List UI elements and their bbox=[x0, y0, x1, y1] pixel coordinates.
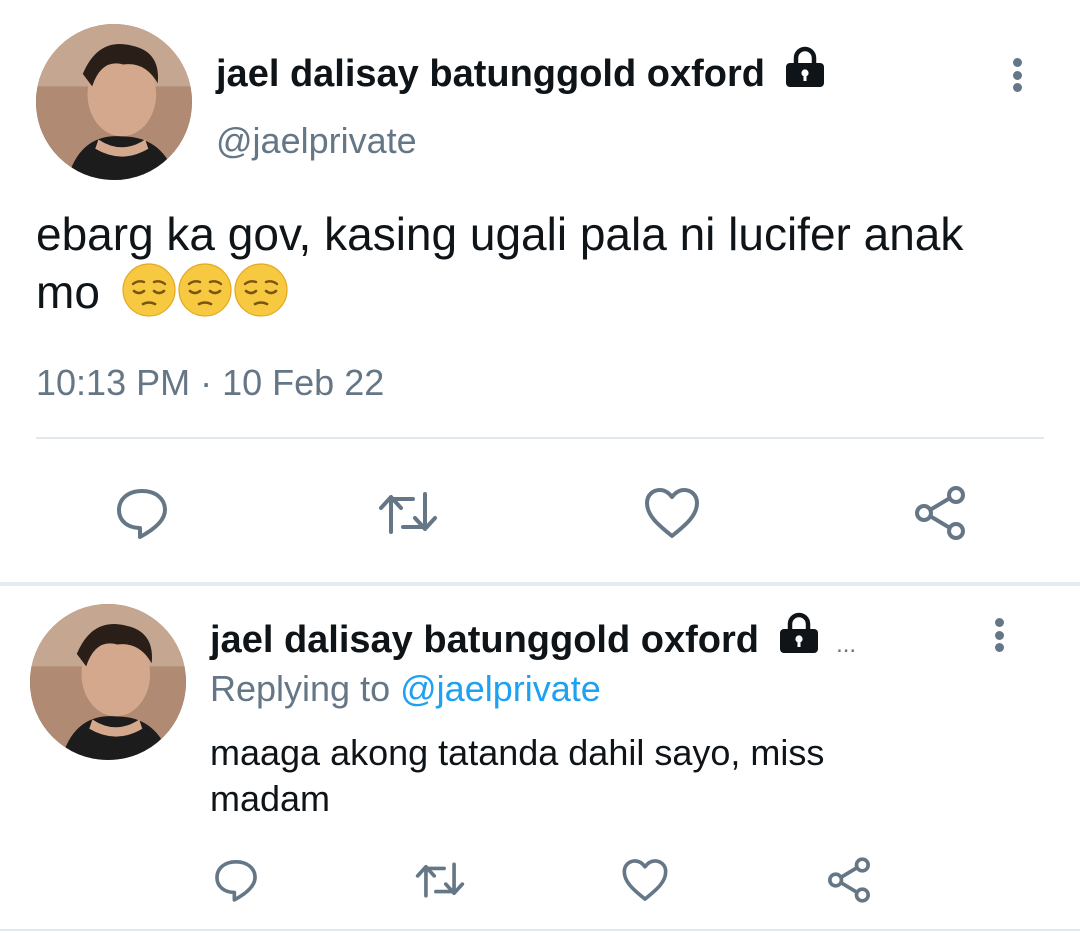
author-handle[interactable]: @jaelprivate bbox=[216, 120, 417, 162]
share-icon bbox=[828, 857, 870, 903]
avatar-photo bbox=[30, 604, 186, 760]
reply-icon bbox=[117, 489, 167, 539]
pensive-face-emoji bbox=[177, 262, 233, 330]
lock-icon bbox=[776, 610, 822, 666]
tweet-time: 10:13 PM bbox=[36, 362, 191, 403]
reply-author-name-text: jael dalisay batunggold oxford bbox=[210, 619, 759, 662]
replying-to: Replying to @jaelprivate bbox=[210, 668, 601, 710]
tweet-text-line-2-text: mo bbox=[36, 266, 100, 319]
reply-button[interactable] bbox=[104, 480, 180, 546]
reply-reply-button[interactable] bbox=[206, 852, 266, 908]
retweet-icon bbox=[415, 862, 465, 898]
replying-to-mention[interactable]: @jaelprivate bbox=[400, 668, 601, 709]
lock-icon bbox=[782, 44, 828, 100]
retweet-icon bbox=[379, 492, 437, 534]
reply-share-button[interactable] bbox=[818, 852, 880, 908]
replying-to-label: Replying to bbox=[210, 668, 391, 709]
more-options-icon[interactable] bbox=[1010, 58, 1024, 92]
tweet-text-line-2: mo bbox=[36, 262, 1046, 330]
date-separator: · bbox=[200, 362, 213, 403]
reply-author-name[interactable]: jael dalisay batunggold oxford ... bbox=[210, 612, 857, 667]
reply-text: maaga akong tatanda dahil sayo, miss mad… bbox=[210, 730, 1030, 822]
name-overflow-ellipsis: ... bbox=[836, 631, 857, 659]
share-button[interactable] bbox=[902, 480, 978, 546]
tweet-text: ebarg ka gov, kasing ugali pala ni lucif… bbox=[36, 206, 1046, 330]
avatar-photo bbox=[36, 24, 192, 180]
pensive-face-emoji bbox=[233, 262, 289, 330]
section-separator bbox=[0, 582, 1080, 586]
retweet-button[interactable] bbox=[370, 480, 446, 546]
like-button[interactable] bbox=[634, 480, 710, 546]
tweet-date: 10 Feb 22 bbox=[222, 362, 385, 403]
author-avatar[interactable] bbox=[36, 24, 192, 180]
author-name-text: jael dalisay batunggold oxford bbox=[216, 53, 765, 96]
author-name[interactable]: jael dalisay batunggold oxford bbox=[216, 46, 828, 100]
reply-author-avatar[interactable] bbox=[30, 604, 186, 760]
reply-more-options-icon[interactable] bbox=[992, 618, 1006, 652]
reply-retweet-button[interactable] bbox=[408, 852, 472, 908]
reply-text-line-2: madam bbox=[210, 778, 331, 819]
tweet-text-line-1: ebarg ka gov, kasing ugali pala ni lucif… bbox=[36, 208, 964, 260]
share-icon bbox=[915, 486, 965, 540]
reply-icon bbox=[215, 859, 257, 902]
bottom-divider bbox=[0, 929, 1080, 931]
reply-text-line-1: maaga akong tatanda dahil sayo, miss bbox=[210, 732, 825, 773]
like-icon bbox=[645, 488, 699, 538]
like-icon bbox=[622, 859, 668, 901]
reply-like-button[interactable] bbox=[614, 852, 676, 908]
pensive-face-emoji bbox=[121, 262, 177, 330]
tweet-timestamp[interactable]: 10:13 PM · 10 Feb 22 bbox=[36, 362, 384, 404]
divider bbox=[36, 437, 1044, 439]
